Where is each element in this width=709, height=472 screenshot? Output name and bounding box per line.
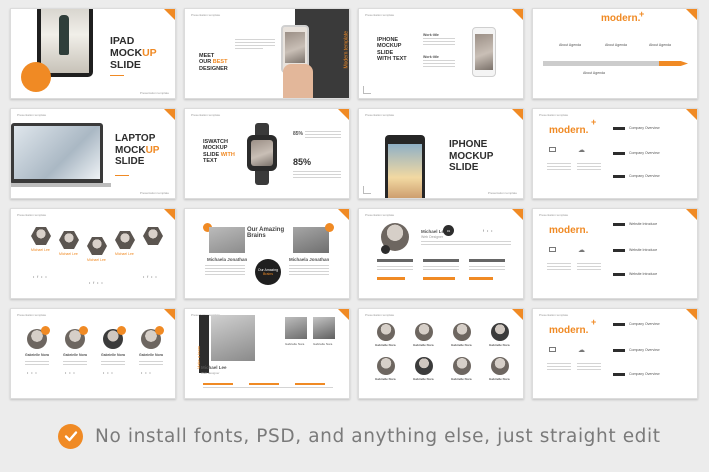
slide-meet-designer[interactable]: Presentation template MEET OUR BEST DESI… bbox=[184, 8, 350, 99]
team-photo bbox=[143, 227, 163, 245]
laptop-screen-photo bbox=[14, 126, 100, 179]
slide-iphone-mockup[interactable]: Presentation template IPHONE MOCKUP SLID… bbox=[358, 108, 524, 199]
profile-photo bbox=[211, 315, 255, 361]
slide-team-hexagons[interactable]: Presentation template Michael Lee Michae… bbox=[10, 208, 176, 299]
iphone-mockup bbox=[472, 27, 496, 77]
briefcase-icon bbox=[549, 347, 556, 352]
iphone-mockup bbox=[385, 135, 425, 198]
briefcase-icon bbox=[549, 247, 556, 252]
slide-iwatch-mockup[interactable]: Presentation template ISWATCH MOCKUP SLI… bbox=[184, 108, 350, 199]
team-photo bbox=[491, 357, 509, 375]
checkmark-icon bbox=[58, 423, 83, 449]
team-photo bbox=[31, 227, 51, 245]
briefcase-icon bbox=[549, 147, 556, 152]
team-photo bbox=[491, 323, 509, 341]
slide-title: MEET OUR BEST DESIGNER bbox=[199, 53, 228, 72]
cloud-icon: ☁ bbox=[578, 247, 585, 254]
slide-iphone-text[interactable]: Presentation template IPHONE MOCKUP SLID… bbox=[358, 8, 524, 99]
team-photo bbox=[415, 357, 433, 375]
slide-footer: Presentation template bbox=[139, 91, 169, 95]
feature-caption: No install fonts, PSD, and anything else… bbox=[58, 421, 661, 451]
orange-circle bbox=[21, 62, 51, 92]
slide-modern-overview-2[interactable]: Presentation template modern. + ☁ Compan… bbox=[532, 308, 698, 399]
team-photo bbox=[209, 227, 245, 253]
slide-title: IPHONE MOCKUP SLIDE WITH TEXT bbox=[377, 37, 407, 62]
slide-make-team[interactable]: Presentation template Make a team Michae… bbox=[184, 308, 350, 399]
hand bbox=[283, 64, 313, 98]
team-photo bbox=[313, 317, 335, 339]
slide-modern-website[interactable]: Presentation template modern. ☁ Website … bbox=[532, 208, 698, 299]
slide-amazing-brains[interactable]: Our Amazing Brains Michaela Jonathan Mich… bbox=[184, 208, 350, 299]
ipad-screen-photo bbox=[41, 9, 89, 73]
cloud-icon: ☁ bbox=[578, 147, 585, 154]
slide-modern-overview[interactable]: Presentation template modern. + ☁ Compan… bbox=[532, 108, 698, 199]
laptop-frame bbox=[11, 123, 103, 185]
slide-title: LAPTOP MOCKUP SLIDE bbox=[115, 133, 160, 167]
slide-team-grid[interactable]: Presentation template Gabrielle Nora Gab… bbox=[358, 308, 524, 399]
team-photo bbox=[377, 323, 395, 341]
team-photo bbox=[453, 323, 471, 341]
slide-title: IPHONE MOCKUP SLIDE bbox=[449, 139, 494, 173]
slide-laptop-mockup[interactable]: Presentation template LAPTOP MOCKUP SLID… bbox=[10, 108, 176, 199]
caption-text: No install fonts, PSD, and anything else… bbox=[95, 425, 661, 447]
slide-profile-bars[interactable]: Presentation template Michael Lee Web De… bbox=[358, 208, 524, 299]
slide-title: ISWATCH MOCKUP SLIDE WITH TEXT bbox=[203, 139, 235, 164]
template-preview-grid: IPAD MOCKUP SLIDE Presentation template … bbox=[0, 0, 709, 472]
cloud-icon: ☁ bbox=[578, 347, 585, 354]
team-photo bbox=[377, 357, 395, 375]
slide-title: IPAD MOCKUP SLIDE bbox=[110, 35, 157, 72]
agenda-timeline bbox=[543, 61, 688, 66]
team-photo bbox=[293, 227, 329, 253]
slide-team-circles[interactable]: Presentation template Gabrielle Nora Gab… bbox=[10, 308, 176, 399]
slide-modern-agenda[interactable]: modern. + About Agenda About Agenda Abou… bbox=[532, 8, 698, 99]
iwatch-mockup bbox=[247, 135, 277, 171]
team-photo bbox=[87, 237, 107, 255]
team-photo bbox=[415, 323, 433, 341]
team-photo bbox=[59, 231, 79, 249]
center-circle: Our Amazing Brains bbox=[255, 259, 281, 285]
team-photo bbox=[285, 317, 307, 339]
team-photo bbox=[115, 231, 135, 249]
slide-ipad-mockup[interactable]: IPAD MOCKUP SLIDE Presentation template bbox=[10, 8, 176, 99]
team-photo bbox=[453, 357, 471, 375]
